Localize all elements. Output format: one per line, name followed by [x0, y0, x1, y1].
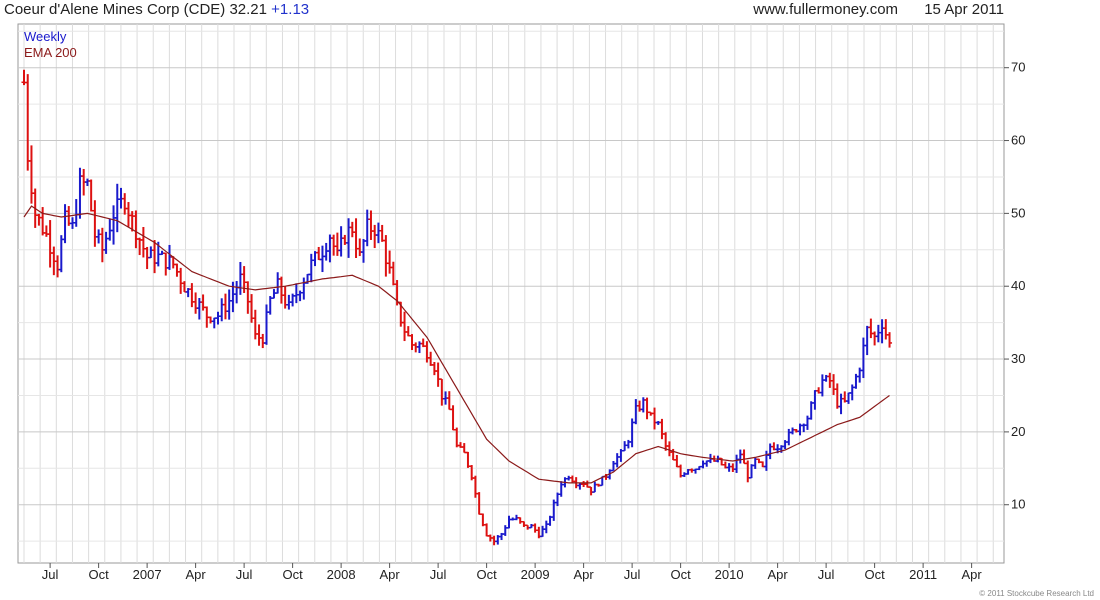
x-tick-label: Oct [88, 567, 109, 582]
x-tick-label: Apr [573, 567, 594, 582]
x-tick-label: Oct [864, 567, 885, 582]
x-tick-label: 2011 [909, 567, 937, 582]
price-chart: 10 20 30 40 50 60 70 Jul Oct 2007 Apr Jul Oct 2008 Apr… [17, 23, 1025, 582]
x-tick-label: Jul [624, 567, 641, 582]
x-tick-label: Apr [767, 567, 788, 582]
x-tick-label: 2010 [715, 567, 744, 582]
x-tick-label: Jul [430, 567, 447, 582]
x-tick-label: 2008 [327, 567, 356, 582]
x-tick-label: Apr [185, 567, 206, 582]
x-tick-label: Apr [379, 567, 400, 582]
x-tick-label: Jul [42, 567, 59, 582]
y-tick-label: 70 [1011, 60, 1025, 75]
x-tick-label: Oct [282, 567, 303, 582]
y-tick-label: 20 [1011, 424, 1025, 439]
x-tick-label: Jul [236, 567, 253, 582]
legend-entry: EMA 200 [24, 45, 77, 60]
y-tick-label: 10 [1011, 497, 1025, 512]
x-tick-label: 2007 [133, 567, 162, 582]
x-tick-label: Oct [476, 567, 497, 582]
x-tick-label: 2009 [521, 567, 550, 582]
legend-entry: Weekly [24, 29, 67, 44]
plot-area [17, 23, 1005, 564]
x-tick-label: Apr [961, 567, 982, 582]
x-tick-label: Oct [670, 567, 691, 582]
y-tick-label: 30 [1011, 351, 1025, 366]
y-tick-label: 60 [1011, 133, 1025, 148]
y-tick-label: 40 [1011, 278, 1025, 293]
copyright-text: © 2011 Stockcube Research Ltd [979, 589, 1094, 598]
x-tick-label: Jul [818, 567, 835, 582]
y-tick-label: 50 [1011, 205, 1025, 220]
